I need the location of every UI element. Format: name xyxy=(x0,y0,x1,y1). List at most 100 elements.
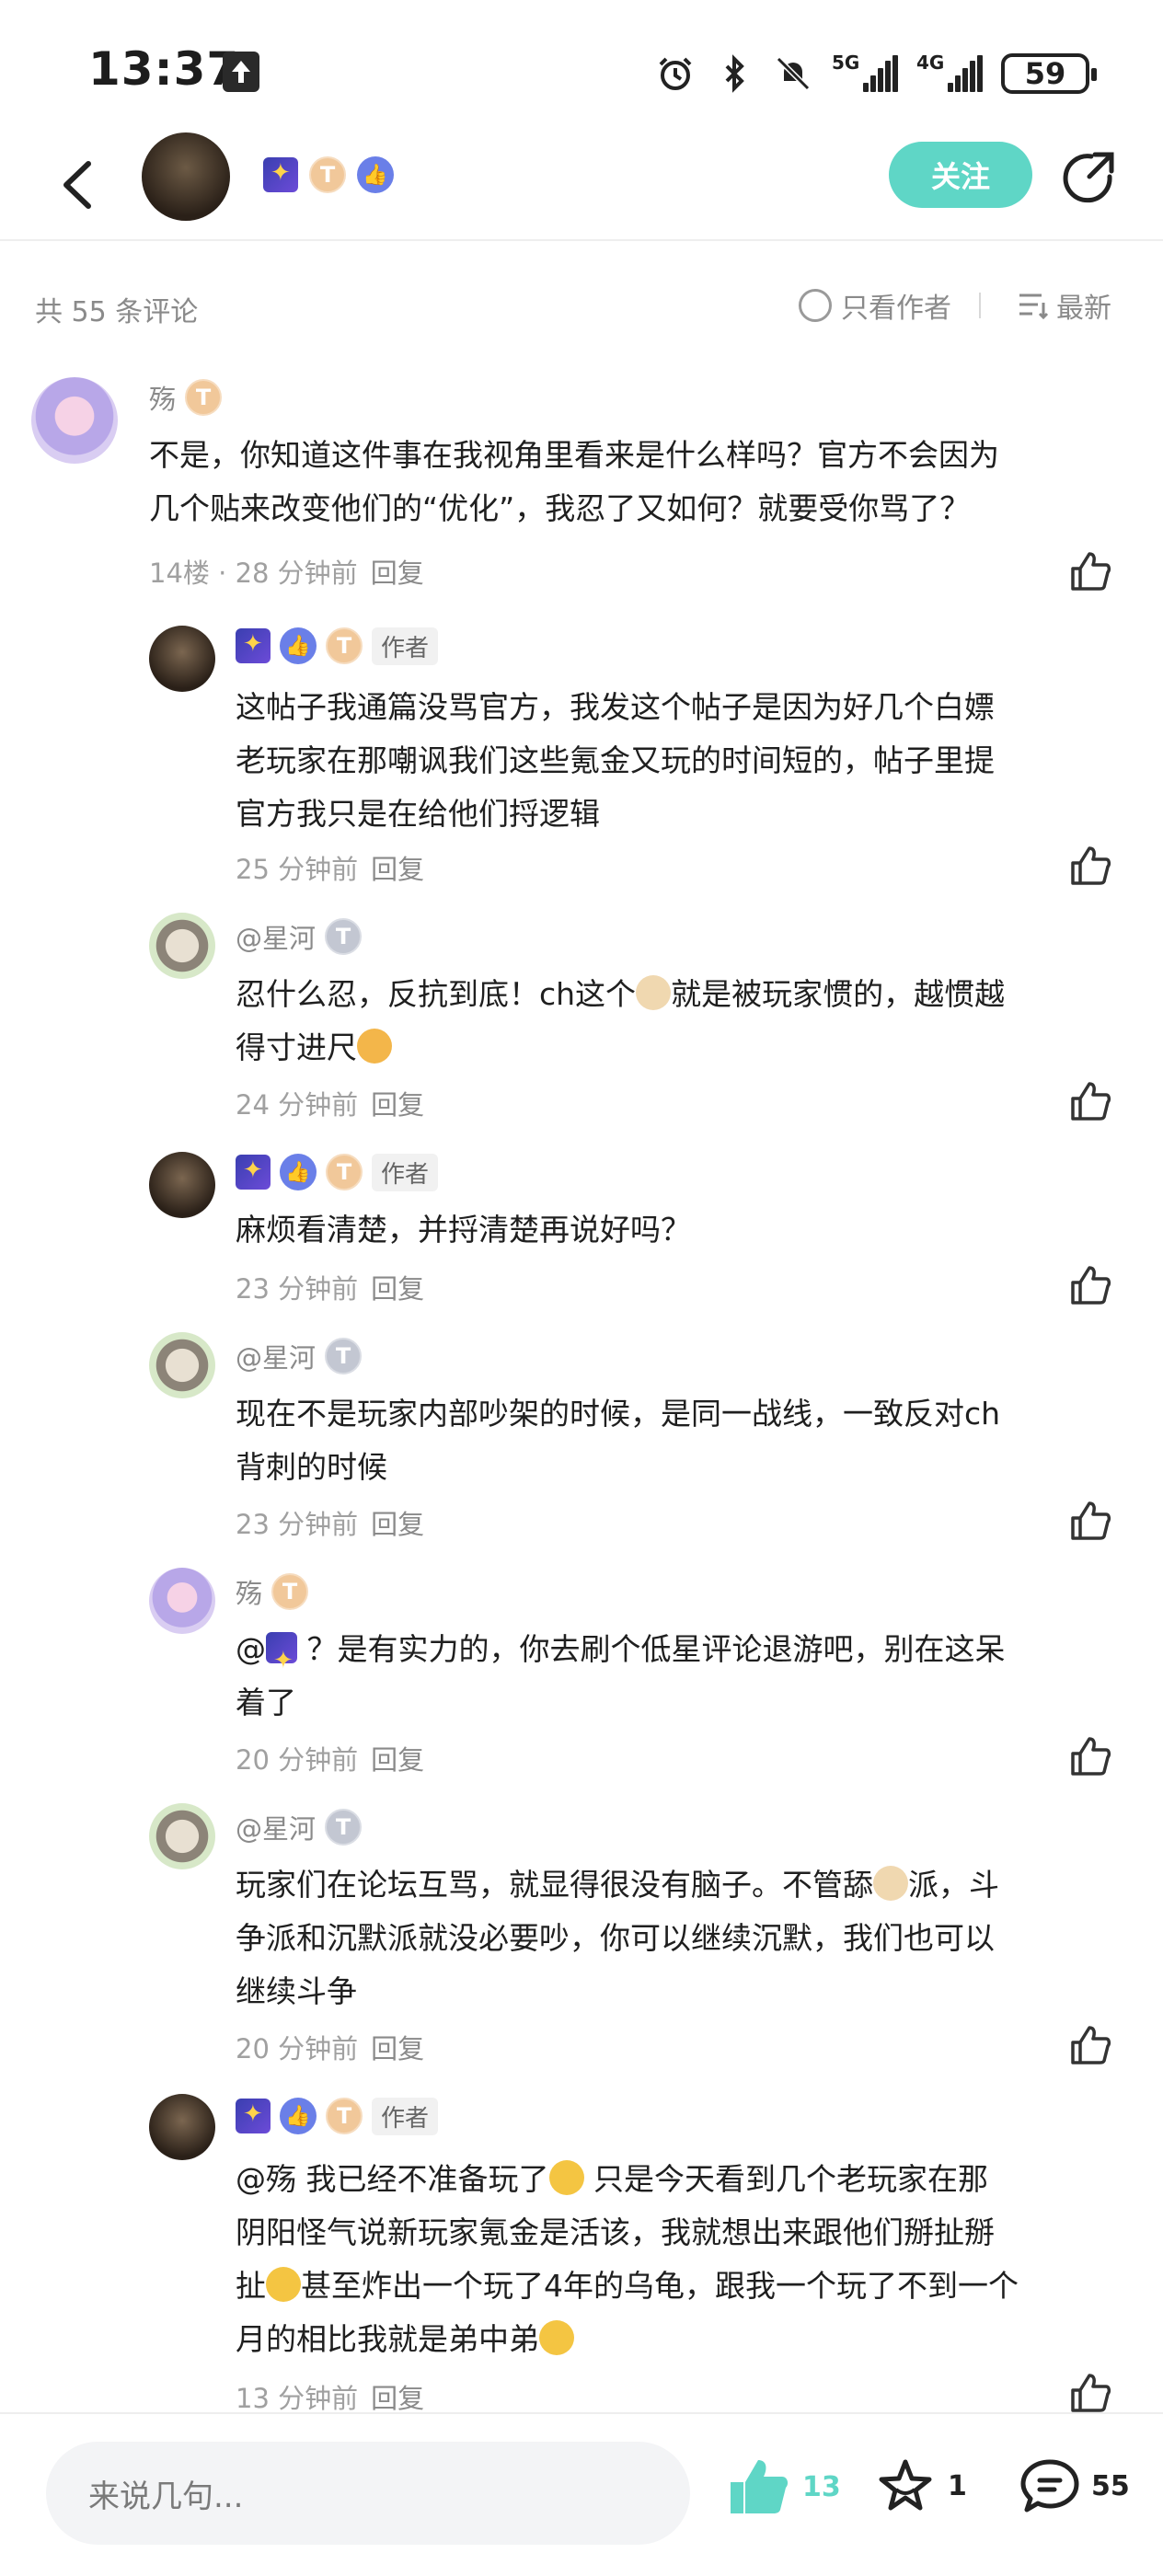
like-icon[interactable] xyxy=(1067,843,1113,889)
smile-emoji-icon xyxy=(539,2320,574,2355)
reply-button[interactable]: 回复 xyxy=(371,2383,424,2414)
text-line: 争派和沉默派就没必要吵，你可以继续沉默，我们也可以 xyxy=(236,1920,995,1956)
timestamp: 28 分钟前 xyxy=(235,558,358,589)
sort-toggle[interactable]: 最新 xyxy=(1018,285,1111,326)
comment-text: 玩家们在论坛互骂，就显得很没有脑子。不管舔 派，斗 争派和沉默派就没必要吵，你可以… xyxy=(236,1858,999,2018)
text-line: 麻烦看清楚，并捋清楚再说好吗？ xyxy=(236,1212,691,1248)
angry-emoji-icon xyxy=(357,1029,392,1064)
comment-info: 23 分钟前 回复 xyxy=(236,1503,424,1542)
comments-button[interactable]: 55 xyxy=(1019,2456,1130,2515)
comment-text: 忍什么忍，反抗到底！ch这个 就是被玩家惯的，越惯越 得寸进尺 xyxy=(236,968,1005,1075)
comment-meta: 殇 T xyxy=(149,377,223,418)
comment-meta: 殇 T xyxy=(236,1571,309,1612)
comment-text: @殇 我已经不准备玩了 只是今天看到几个老玩家在那 阴阳怪气说新玩家氪金是活该，… xyxy=(236,2153,1019,2366)
favorite-count: 1 xyxy=(948,2469,967,2502)
radio-icon xyxy=(799,289,832,322)
level-badge-icon: T xyxy=(325,1338,363,1374)
clock: 13:37 xyxy=(88,42,240,96)
avatar[interactable] xyxy=(149,626,215,692)
reply-button[interactable]: 回复 xyxy=(371,1744,424,1776)
text-line: 现在不是玩家内部吵架的时候，是同一战线，一致反对ch xyxy=(236,1396,1001,1432)
author-only-toggle[interactable]: 只看作者 xyxy=(799,285,951,326)
bottom-action-bar: 来说几句... 13 1 55 xyxy=(0,2412,1163,2576)
username[interactable]: @星河 xyxy=(236,917,316,956)
comment-info: 13 分钟前 回复 xyxy=(236,2377,424,2416)
like-icon[interactable] xyxy=(1067,2022,1113,2068)
share-icon[interactable] xyxy=(1058,149,1119,210)
avatar[interactable] xyxy=(149,1332,215,1398)
avatar[interactable] xyxy=(149,1803,215,1869)
username[interactable]: 殇 xyxy=(236,1572,262,1611)
avatar[interactable] xyxy=(149,2094,215,2160)
like-badge-icon: 👍 xyxy=(280,1154,317,1190)
favorite-button[interactable]: 1 xyxy=(876,2456,967,2515)
comment-toolbar: 共 55 条评论 只看作者 最新 xyxy=(0,272,1163,339)
reply-button[interactable]: 回复 xyxy=(371,2033,424,2064)
avatar[interactable] xyxy=(149,1568,215,1634)
like-icon[interactable] xyxy=(1067,2370,1113,2416)
username[interactable]: @星河 xyxy=(236,1808,316,1846)
star-badge-icon xyxy=(263,157,298,192)
text-line: 官方我只是在给他们捋逻辑 xyxy=(236,796,600,832)
level-badge-icon: T xyxy=(325,918,363,955)
back-arrow-icon[interactable] xyxy=(52,153,107,217)
comment-count: 共 55 条评论 xyxy=(35,296,199,328)
comment-text: @ ？是有实力的，你去刷个低星评论退游吧，别在这呆 着了 xyxy=(236,1623,1006,1730)
star-badge-icon xyxy=(236,2099,271,2133)
timestamp: 23 分钟前 xyxy=(236,1509,359,1540)
reply-button[interactable]: 回复 xyxy=(371,854,424,885)
text-line: 不是，你知道这件事在我视角里看来是什么样吗？官方不会因为 xyxy=(149,437,999,473)
thumbs-up-icon xyxy=(731,2460,789,2513)
like-icon[interactable] xyxy=(1067,1498,1113,1544)
timestamp: 13 分钟前 xyxy=(236,2383,359,2414)
reply-button[interactable]: 回复 xyxy=(371,558,424,589)
like-icon[interactable] xyxy=(1067,1078,1113,1124)
comment-info: 20 分钟前 回复 xyxy=(236,2028,424,2066)
signal-5g-icon: 5G xyxy=(832,52,898,92)
like-icon[interactable] xyxy=(1067,1262,1113,1308)
like-icon[interactable] xyxy=(1067,548,1113,594)
text-line: 这帖子我通篇没骂官方，我发这个帖子是因为好几个白嫖 xyxy=(236,689,995,725)
timestamp: 20 分钟前 xyxy=(236,1744,359,1776)
comment-info: 20 分钟前 回复 xyxy=(236,1739,424,1777)
avatar[interactable] xyxy=(149,1152,215,1218)
smile-emoji-icon xyxy=(548,2160,584,2195)
divider xyxy=(979,293,981,318)
dog-emoji-icon xyxy=(636,975,672,1010)
star-badge-icon xyxy=(266,1632,297,1687)
comment-meta: @星河 T xyxy=(236,1336,363,1376)
text-line: 几个贴来改变他们的“优化”，我忍了又如何？就要受你骂了？ xyxy=(149,490,971,526)
reply-button[interactable]: 回复 xyxy=(371,1273,424,1305)
username[interactable]: @星河 xyxy=(236,1337,316,1375)
star-badge-icon xyxy=(236,1155,271,1190)
level-badge-icon: T xyxy=(326,627,363,664)
like-badge-icon: 👍 xyxy=(280,627,317,664)
mute-bell-icon xyxy=(776,56,811,91)
reply-button[interactable]: 回复 xyxy=(371,1509,424,1540)
battery-indicator: 59 xyxy=(1001,53,1097,94)
comment-bubble-icon xyxy=(1020,2459,1079,2513)
author-tag: 作者 xyxy=(372,627,439,665)
avatar[interactable] xyxy=(31,377,118,464)
comment-meta: 👍 T 作者 xyxy=(236,1152,439,1192)
author-avatar[interactable] xyxy=(142,132,230,221)
like-icon[interactable] xyxy=(1067,1733,1113,1779)
text-line: 忍什么忍，反抗到底！ch这个 就是被玩家惯的，越惯越 xyxy=(236,975,1006,1012)
timestamp: 23 分钟前 xyxy=(236,1273,359,1305)
timestamp: 20 分钟前 xyxy=(236,2033,359,2064)
follow-button[interactable]: 关注 xyxy=(889,142,1032,208)
avatar[interactable] xyxy=(149,913,215,979)
author-tag: 作者 xyxy=(372,2097,439,2135)
comment-text: 这帖子我通篇没骂官方，我发这个帖子是因为好几个白嫖 老玩家在那嘲讽我们这些氪金又… xyxy=(236,681,995,841)
post-like-button[interactable]: 13 xyxy=(727,2456,841,2517)
comment-input[interactable]: 来说几句... xyxy=(46,2442,690,2545)
text-line: 着了 xyxy=(236,1685,296,1720)
timestamp: 24 分钟前 xyxy=(236,1089,359,1121)
star-icon xyxy=(879,2459,932,2511)
username[interactable]: 殇 xyxy=(149,378,176,417)
author-tag: 作者 xyxy=(372,1153,439,1191)
status-bar: 13:37 5G 4G 59 xyxy=(0,0,1163,138)
author-only-label: 只看作者 xyxy=(841,293,951,325)
reply-button[interactable]: 回复 xyxy=(371,1089,424,1121)
text-line: 背刺的时候 xyxy=(236,1449,387,1485)
